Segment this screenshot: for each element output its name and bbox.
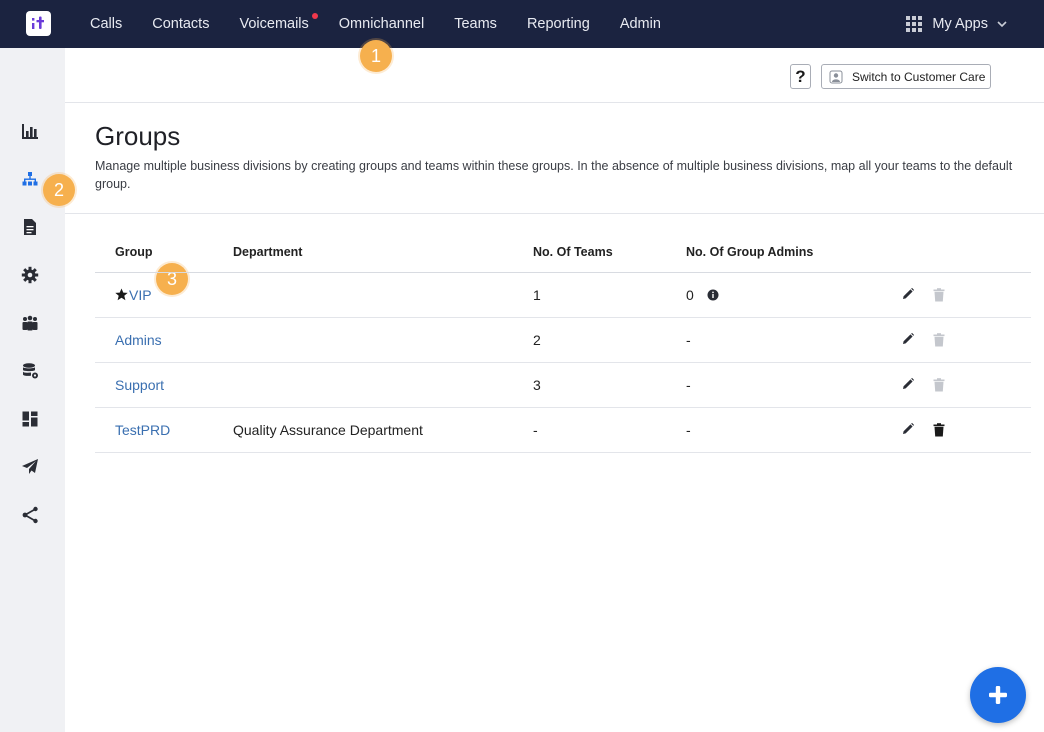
info-icon[interactable] — [707, 289, 719, 301]
chevron-down-icon — [997, 21, 1007, 28]
nav-reporting[interactable]: Reporting — [512, 16, 605, 32]
nav-calls[interactable]: Calls — [75, 16, 137, 32]
group-link-testprd[interactable]: TestPRD — [115, 422, 170, 438]
admins-count-cell: 0 — [686, 287, 719, 303]
table-row: TestPRD Quality Assurance Department - - — [95, 408, 1031, 453]
nav-teams-label: Teams — [454, 16, 497, 32]
admins-count: - — [686, 422, 691, 438]
admins-count: - — [686, 332, 691, 348]
paper-plane-icon[interactable] — [21, 458, 39, 476]
nav-omnichannel[interactable]: Omnichannel — [324, 16, 439, 32]
my-apps-label: My Apps — [932, 16, 988, 32]
page-toolbar: ? Switch to Customer Care — [65, 48, 1044, 103]
nav-contacts[interactable]: Contacts — [137, 16, 224, 32]
gear-icon[interactable] — [21, 266, 39, 284]
database-settings-icon[interactable] — [21, 362, 39, 380]
table-row: Admins 2 - — [95, 318, 1031, 363]
groups-table: Group Department No. Of Teams No. Of Gro… — [95, 232, 1031, 453]
group-link-admins[interactable]: Admins — [115, 332, 162, 348]
app-logo-icon[interactable] — [26, 11, 51, 36]
delete-trash-icon[interactable] — [933, 378, 945, 392]
switch-to-customer-care-button[interactable]: Switch to Customer Care — [821, 64, 991, 89]
dashboard-icon[interactable] — [21, 410, 39, 428]
badge-2-label: 2 — [53, 179, 64, 200]
group-name: VIP — [129, 287, 152, 303]
teams-count: 2 — [533, 332, 541, 348]
share-nodes-icon[interactable] — [21, 506, 39, 524]
admins-count: 0 — [686, 287, 694, 303]
page-description: Manage multiple business divisions by cr… — [95, 159, 1013, 191]
table-row: VIP 1 0 — [95, 273, 1031, 318]
star-icon — [115, 288, 128, 301]
edit-pencil-icon[interactable] — [901, 287, 915, 301]
delete-trash-icon[interactable] — [933, 288, 945, 302]
left-sidebar — [0, 48, 65, 732]
notification-dot — [311, 13, 318, 19]
help-button[interactable]: ? — [790, 64, 811, 89]
nav-voicemails[interactable]: Voicemails — [224, 13, 323, 32]
nav-admin[interactable]: Admin — [605, 16, 676, 32]
help-icon: ? — [795, 66, 806, 86]
nav-omnichannel-label: Omnichannel — [338, 16, 425, 32]
delete-trash-icon[interactable] — [933, 333, 945, 347]
nav-contacts-label: Contacts — [152, 16, 210, 32]
teams-count: 3 — [533, 377, 541, 393]
header-group[interactable]: Group — [115, 245, 153, 259]
header-department[interactable]: Department — [233, 245, 302, 259]
nav-reporting-label: Reporting — [526, 16, 590, 32]
edit-pencil-icon[interactable] — [901, 377, 915, 391]
admins-count: - — [686, 377, 691, 393]
users-group-icon[interactable] — [21, 314, 39, 332]
top-navigation-bar: Calls Contacts Voicemails Omnichannel Te… — [0, 0, 1044, 48]
edit-pencil-icon[interactable] — [901, 332, 915, 346]
switch-button-label: Switch to Customer Care — [852, 69, 986, 84]
nav-voicemails-label: Voicemails — [239, 16, 309, 32]
nav-teams[interactable]: Teams — [439, 16, 512, 32]
header-teams[interactable]: No. Of Teams — [533, 245, 613, 259]
nav-calls-label: Calls — [90, 16, 123, 32]
apps-grid-icon — [906, 16, 923, 32]
group-link-vip[interactable]: VIP — [115, 287, 152, 303]
table-header-row: Group Department No. Of Teams No. Of Gro… — [95, 232, 1031, 273]
org-hierarchy-icon[interactable] — [21, 170, 39, 188]
bar-chart-icon[interactable] — [21, 122, 39, 140]
add-group-button[interactable] — [970, 667, 1026, 723]
table-row: Support 3 - — [95, 363, 1031, 408]
annotation-badge-2: 2 — [43, 174, 75, 206]
group-link-support[interactable]: Support — [115, 377, 164, 393]
plus-icon — [989, 686, 1007, 704]
delete-trash-icon[interactable] — [933, 423, 945, 437]
department-cell: Quality Assurance Department — [233, 422, 423, 438]
document-icon[interactable] — [21, 218, 39, 236]
my-apps-menu[interactable]: My Apps — [906, 0, 1008, 48]
section-divider — [65, 213, 1044, 214]
nav-admin-label: Admin — [619, 16, 661, 32]
header-admins[interactable]: No. Of Group Admins — [686, 245, 813, 259]
teams-count: - — [533, 422, 538, 438]
teams-count: 1 — [533, 287, 541, 303]
agent-icon — [829, 70, 843, 83]
page-title: Groups — [95, 121, 181, 151]
edit-pencil-icon[interactable] — [901, 422, 915, 436]
